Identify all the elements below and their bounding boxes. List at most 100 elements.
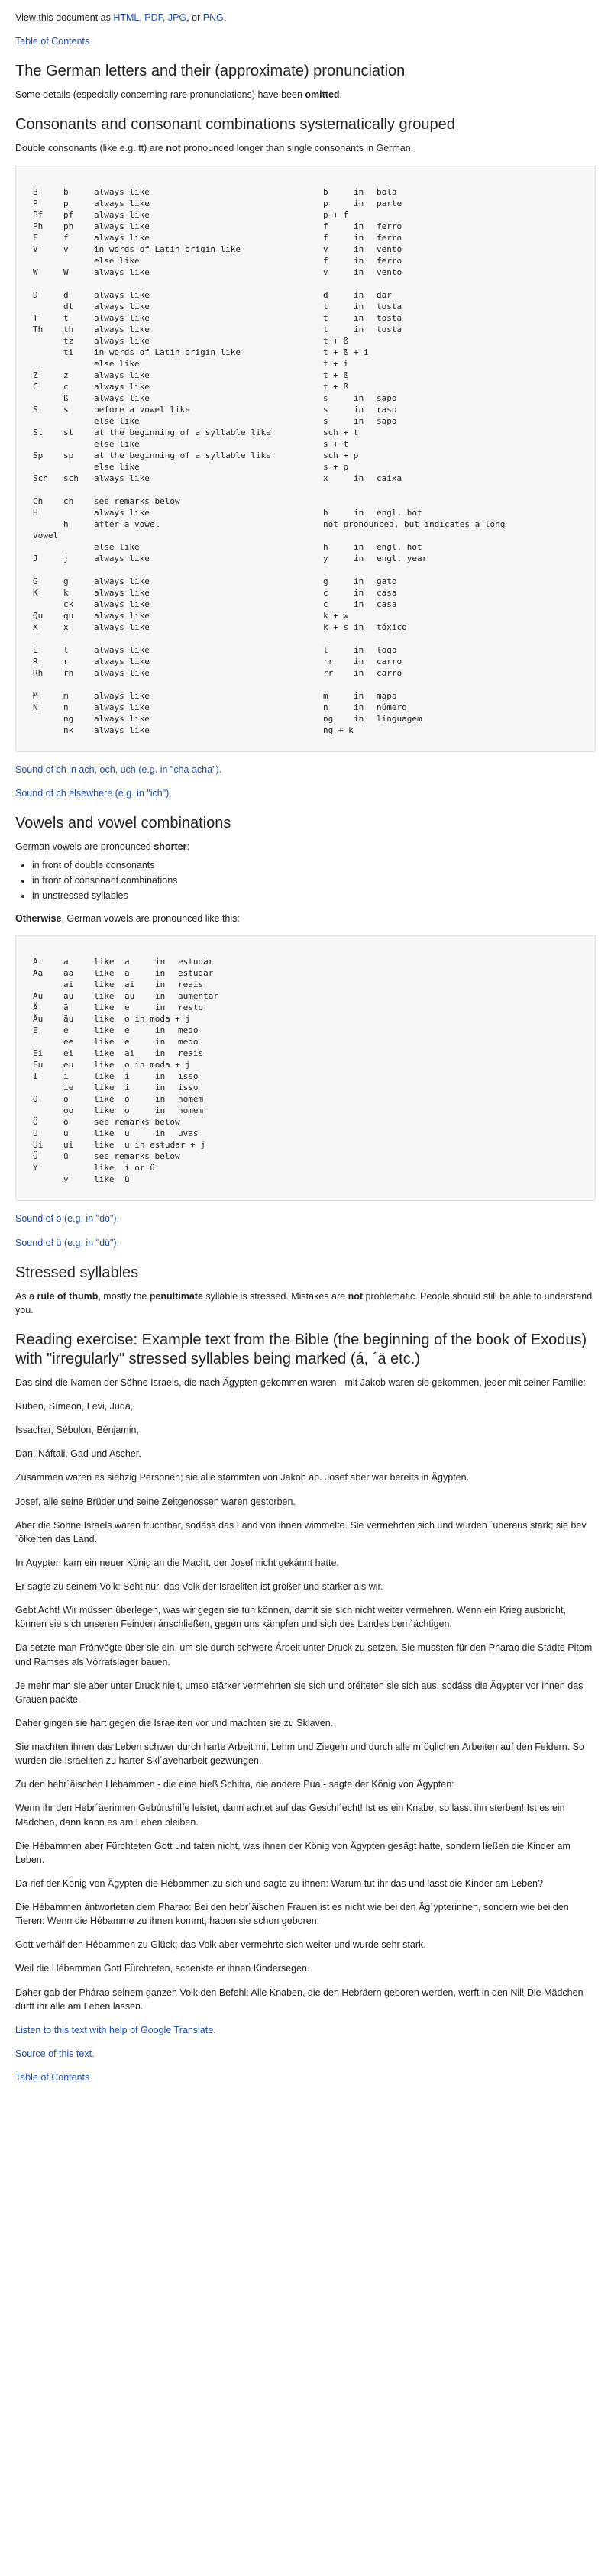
table-cell: [33, 1082, 63, 1093]
table-cell: carro: [377, 667, 402, 678]
consonant-row: Pp always like p in parte: [33, 198, 578, 209]
table-cell: else like: [94, 358, 140, 369]
intro-part: Some details (especially concerning rare…: [15, 89, 306, 101]
table-cell: before a vowel like: [94, 404, 190, 415]
table-cell: [33, 1036, 63, 1048]
table-cell: in: [155, 1025, 166, 1036]
u-umlaut-sound-link[interactable]: Sound of ü (e.g. in "dü").: [15, 1238, 119, 1248]
table-cell: in: [354, 473, 364, 483]
table-cell: Ü: [33, 1151, 38, 1162]
table-cell: vento: [377, 266, 402, 277]
reading-paragraph: Josef, alle seine Brüder und seine Zeitg…: [15, 1496, 296, 1507]
listen-line: Listen to this text with help of Google …: [15, 2023, 596, 2037]
table-cell: o: [124, 1094, 130, 1105]
table-cell: like: [94, 1025, 115, 1036]
table-cell: C: [33, 381, 38, 392]
table-cell: always like: [94, 576, 150, 586]
table-cell: ferro: [377, 232, 402, 243]
table-cell: [354, 530, 377, 541]
table-cell: vowel: [33, 530, 59, 541]
table-cell: p: [63, 198, 69, 208]
o-umlaut-sound-link[interactable]: Sound of ö (e.g. in "dö").: [15, 1213, 119, 1224]
listen-link[interactable]: Listen to this text with help of Google …: [15, 2025, 216, 2035]
table-cell: Ui: [33, 1140, 44, 1151]
table-cell: [354, 610, 377, 621]
table-cell: in: [354, 404, 364, 415]
table-cell: [377, 461, 529, 473]
table-cell: c: [323, 587, 328, 598]
table-cell: always like: [94, 507, 150, 518]
table-cell: [354, 496, 377, 507]
table-cell: ü: [124, 1174, 130, 1185]
toc-link-bottom[interactable]: Table of Contents: [15, 2072, 89, 2083]
table-cell: [63, 438, 94, 450]
ch-ach-sound-link[interactable]: Sound of ch in ach, och, uch (e.g. in "c…: [15, 764, 221, 775]
table-cell: t + i: [323, 358, 349, 369]
png-link[interactable]: PNG: [203, 12, 224, 23]
table-cell: h: [323, 541, 328, 552]
table-cell: E: [33, 1025, 38, 1036]
table-cell: z: [63, 370, 69, 380]
table-cell: t + ß: [323, 335, 349, 346]
table-cell: in: [354, 198, 364, 208]
table-cell: ie: [63, 1083, 74, 1093]
table-cell: in: [354, 690, 364, 701]
html-link[interactable]: HTML: [113, 12, 139, 23]
table-cell: always like: [94, 656, 150, 667]
table-cell: [354, 461, 377, 473]
consonant-row: ti in words of Latin origin like t + ß + i: [33, 347, 578, 358]
table-cell: [354, 358, 377, 370]
reading-paragraph: In Ägypten kam ein neuer König an die Ma…: [15, 1557, 339, 1568]
table-cell: after a vowel: [94, 518, 160, 529]
view-as-label: View this document as: [15, 12, 114, 23]
table-cell: eu: [63, 1060, 74, 1070]
table-spacer: [33, 633, 578, 644]
table-cell: [178, 1162, 300, 1173]
table-cell: v: [323, 244, 328, 254]
consonant-row: Halways like h in engl. hot: [33, 507, 578, 518]
table-cell: l: [323, 644, 328, 655]
table-cell: K: [33, 587, 38, 598]
table-cell: H: [33, 507, 38, 518]
toc-link-top[interactable]: Table of Contents: [15, 36, 89, 47]
jpg-link[interactable]: JPG: [168, 12, 186, 23]
pdf-link[interactable]: PDF: [144, 12, 163, 23]
table-cell: always like: [94, 702, 150, 712]
table-cell: linguagem: [377, 713, 422, 724]
table-cell: [33, 301, 63, 312]
table-cell: k: [63, 587, 69, 598]
consonant-table: Bb always like b in bola Pp always like p in part…: [15, 165, 596, 752]
source-link[interactable]: Source of this text.: [15, 2048, 95, 2059]
table-cell: Sp: [33, 450, 44, 460]
table-cell: [63, 530, 94, 541]
table-cell: e: [124, 1025, 130, 1036]
table-cell: like: [94, 1060, 115, 1070]
table-cell: [354, 427, 377, 438]
table-cell: in: [354, 232, 364, 243]
table-cell: y: [63, 1174, 69, 1185]
table-cell: pf: [63, 209, 74, 220]
table-cell: in: [354, 289, 364, 300]
ch-ich-sound-link[interactable]: Sound of ch elsewhere (e.g. in "ich").: [15, 788, 172, 799]
table-cell: in: [354, 587, 364, 598]
table-cell: [63, 255, 94, 266]
table-cell: always like: [94, 644, 150, 655]
table-cell: always like: [94, 324, 150, 334]
table-cell: [377, 427, 529, 438]
table-cell: x: [63, 621, 69, 632]
table-cell: Ch: [33, 496, 44, 506]
table-cell: like: [94, 1014, 115, 1025]
table-cell: sch + p: [323, 450, 359, 460]
table-cell: qu: [63, 610, 74, 621]
intro-part: .: [339, 89, 343, 101]
reading-paragraph: Er sagte zu seinem Volk: Seht nur, das V…: [15, 1581, 383, 1592]
consonant-row: Cc always like t + ß: [33, 381, 578, 392]
table-cell: reais: [178, 1048, 204, 1059]
table-cell: else like: [94, 461, 140, 472]
table-cell: d: [63, 289, 69, 300]
table-cell: o in moda + j: [124, 1060, 191, 1070]
table-cell: l: [63, 644, 69, 655]
consonant-row: Tt always like t in tosta: [33, 312, 578, 324]
table-cell: [377, 725, 529, 736]
table-cell: c: [63, 381, 69, 392]
